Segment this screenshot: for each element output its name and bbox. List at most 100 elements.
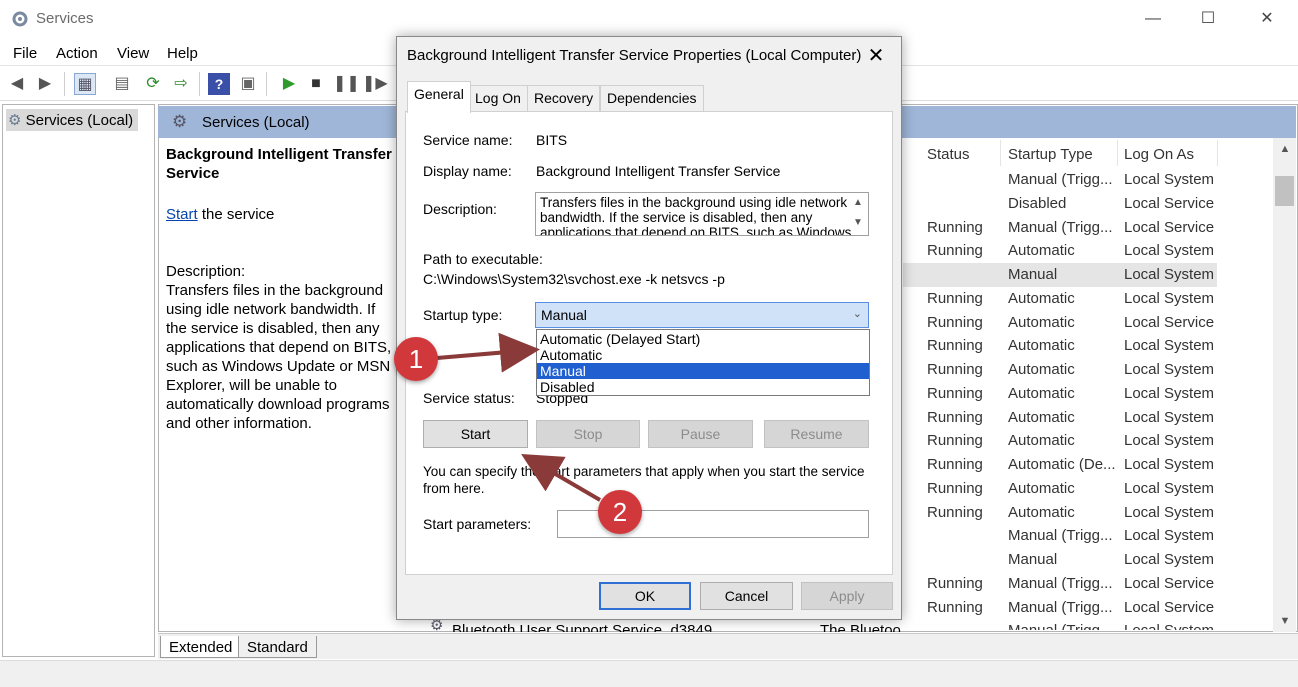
table-row[interactable]: Running Automatic Local System xyxy=(903,501,1217,525)
table-row[interactable]: Running Automatic Local System xyxy=(903,239,1217,263)
resume-button[interactable]: Resume xyxy=(764,420,869,448)
column-header-log-on-as[interactable]: Log On As xyxy=(1124,146,1194,163)
tab-extended[interactable]: Extended xyxy=(160,636,242,658)
table-row[interactable]: Running Automatic (De... Local System xyxy=(903,453,1217,477)
description-textbox[interactable]: Transfers files in the background using … xyxy=(535,192,869,236)
table-cell-logon: Local System xyxy=(1124,171,1215,188)
start-service-link[interactable]: Start xyxy=(166,206,198,223)
table-cell-status: Running xyxy=(927,242,983,260)
view-tabs xyxy=(158,633,1298,659)
menu-view[interactable]: View xyxy=(117,45,149,62)
scroll-down-icon[interactable]: ▼ xyxy=(1276,612,1294,630)
tab-log-on[interactable]: Log On xyxy=(468,85,528,111)
table-row[interactable]: Running Automatic Local Service xyxy=(903,311,1217,335)
table-cell-logon: Local System xyxy=(1124,408,1215,426)
tab-dependencies[interactable]: Dependencies xyxy=(600,85,704,111)
resume-icon[interactable]: ❚▶ xyxy=(362,73,388,95)
minimize-button[interactable]: — xyxy=(1138,8,1168,30)
column-separator xyxy=(1217,140,1218,166)
start-button[interactable]: Start xyxy=(423,420,528,448)
table-cell-logon: Local System xyxy=(1124,551,1215,568)
status-bar xyxy=(0,660,1298,687)
table-row[interactable]: Manual (Trigg... Local System xyxy=(903,524,1217,548)
option-automatic-delayed[interactable]: Automatic (Delayed Start) xyxy=(537,331,869,347)
table-cell-startup: Automatic xyxy=(1008,361,1075,378)
table-row[interactable]: Running Automatic Local System xyxy=(903,406,1217,430)
services-gear-icon: ⚙ xyxy=(430,620,444,632)
pause-button[interactable]: Pause xyxy=(648,420,753,448)
maximize-button[interactable]: ☐ xyxy=(1193,8,1223,30)
table-cell-startup: Manual (Trigg... xyxy=(1008,527,1113,545)
option-manual[interactable]: Manual xyxy=(537,363,869,379)
forward-icon[interactable]: ▶ xyxy=(34,73,56,95)
table-row[interactable]: Running Automatic Local System xyxy=(903,287,1217,311)
view-icon[interactable]: ▣ xyxy=(237,73,259,95)
table-cell-logon: Local Service xyxy=(1124,194,1215,212)
option-automatic[interactable]: Automatic xyxy=(537,347,869,363)
table-row[interactable]: Running Automatic Local System xyxy=(903,358,1217,382)
refresh-icon[interactable]: ⟳ xyxy=(142,73,164,95)
play-icon[interactable]: ▶ xyxy=(278,73,300,95)
menu-help[interactable]: Help xyxy=(167,45,198,62)
export-icon[interactable]: ⇨ xyxy=(170,73,192,95)
table-cell-logon: Local System xyxy=(1124,384,1215,402)
table-row[interactable]: Disabled Local Service xyxy=(903,192,1217,216)
tab-recovery[interactable]: Recovery xyxy=(527,85,601,111)
table-cell-logon: Local System xyxy=(1124,456,1215,473)
service-name-label: Service name: xyxy=(423,132,513,148)
table-row[interactable]: Running Automatic Local System xyxy=(903,382,1217,406)
menu-file[interactable]: File xyxy=(13,45,37,62)
table-row[interactable]: Manual Local System xyxy=(903,263,1217,287)
scrollbar-thumb[interactable] xyxy=(1275,176,1294,206)
chevron-down-icon[interactable]: ▼ xyxy=(849,213,867,233)
back-icon[interactable]: ◀ xyxy=(6,73,28,95)
table-cell-status: Running xyxy=(927,384,983,402)
partial-service-row[interactable]: ⚙ Bluetooth User Support Service_d3849 T… xyxy=(430,620,950,632)
startup-type-label: Startup type: xyxy=(423,307,503,323)
table-row[interactable]: Running Automatic Local System xyxy=(903,477,1217,501)
table-cell-startup: Manual (Trigg... xyxy=(1008,598,1113,616)
column-header-status[interactable]: Status xyxy=(927,146,970,163)
table-cell-logon: Local System xyxy=(1124,242,1215,260)
startup-type-select[interactable]: Manual ⌄ xyxy=(535,302,869,328)
tab-general[interactable]: General xyxy=(407,81,471,113)
stop-icon[interactable]: ■ xyxy=(305,73,327,95)
table-row[interactable]: Running Manual (Trigg... Local Service xyxy=(903,596,1217,620)
table-cell-startup: Automatic xyxy=(1008,503,1075,521)
table-row[interactable]: Manual (Trigg... Local System xyxy=(903,168,1217,192)
scroll-up-icon[interactable]: ▲ xyxy=(1276,140,1294,158)
chevron-up-icon[interactable]: ▲ xyxy=(849,193,867,213)
window-title: Services xyxy=(36,10,94,27)
tab-standard[interactable]: Standard xyxy=(238,636,317,658)
stop-button[interactable]: Stop xyxy=(536,420,640,448)
table-row[interactable]: Manual (Trigg... Local System xyxy=(903,619,1217,630)
table-row[interactable]: Running Automatic Local System xyxy=(903,334,1217,358)
option-disabled[interactable]: Disabled xyxy=(537,379,869,395)
table-cell-startup: Manual (Trigg... xyxy=(1008,171,1113,188)
table-cell-logon: Local System xyxy=(1124,479,1215,497)
table-cell-status: Running xyxy=(927,218,983,236)
column-header-startup-type[interactable]: Startup Type xyxy=(1008,146,1093,163)
vertical-scrollbar[interactable] xyxy=(1273,138,1296,632)
close-window-button[interactable]: ✕ xyxy=(1252,8,1282,30)
description-scrollbar[interactable]: ▲ ▼ xyxy=(849,193,867,235)
table-cell-startup: Manual (Trigg... xyxy=(1008,622,1112,630)
table-row[interactable]: Running Manual (Trigg... Local Service xyxy=(903,572,1217,596)
dialog-close-icon[interactable]: ✕ xyxy=(861,43,891,69)
table-row[interactable]: Running Manual (Trigg... Local Service xyxy=(903,216,1217,240)
menu-action[interactable]: Action xyxy=(56,45,98,62)
table-cell-logon: Local System xyxy=(1124,622,1214,630)
pause-icon[interactable]: ❚❚ xyxy=(333,73,360,95)
help-icon[interactable]: ? xyxy=(208,73,230,95)
display-name-value: Background Intelligent Transfer Service xyxy=(536,163,781,179)
properties-icon[interactable]: ▤ xyxy=(111,73,133,95)
apply-button[interactable]: Apply xyxy=(801,582,893,610)
show-hide-tree-icon[interactable]: ▦ xyxy=(74,73,96,95)
cancel-button[interactable]: Cancel xyxy=(700,582,793,610)
table-row[interactable]: Running Automatic Local System xyxy=(903,429,1217,453)
table-cell-logon: Local System xyxy=(1124,289,1215,307)
table-cell-logon: Local System xyxy=(1124,337,1215,355)
ok-button[interactable]: OK xyxy=(599,582,691,610)
tree-item-services-local[interactable]: ⚙ Services (Local) xyxy=(6,109,139,131)
table-row[interactable]: Manual Local System xyxy=(903,548,1217,572)
